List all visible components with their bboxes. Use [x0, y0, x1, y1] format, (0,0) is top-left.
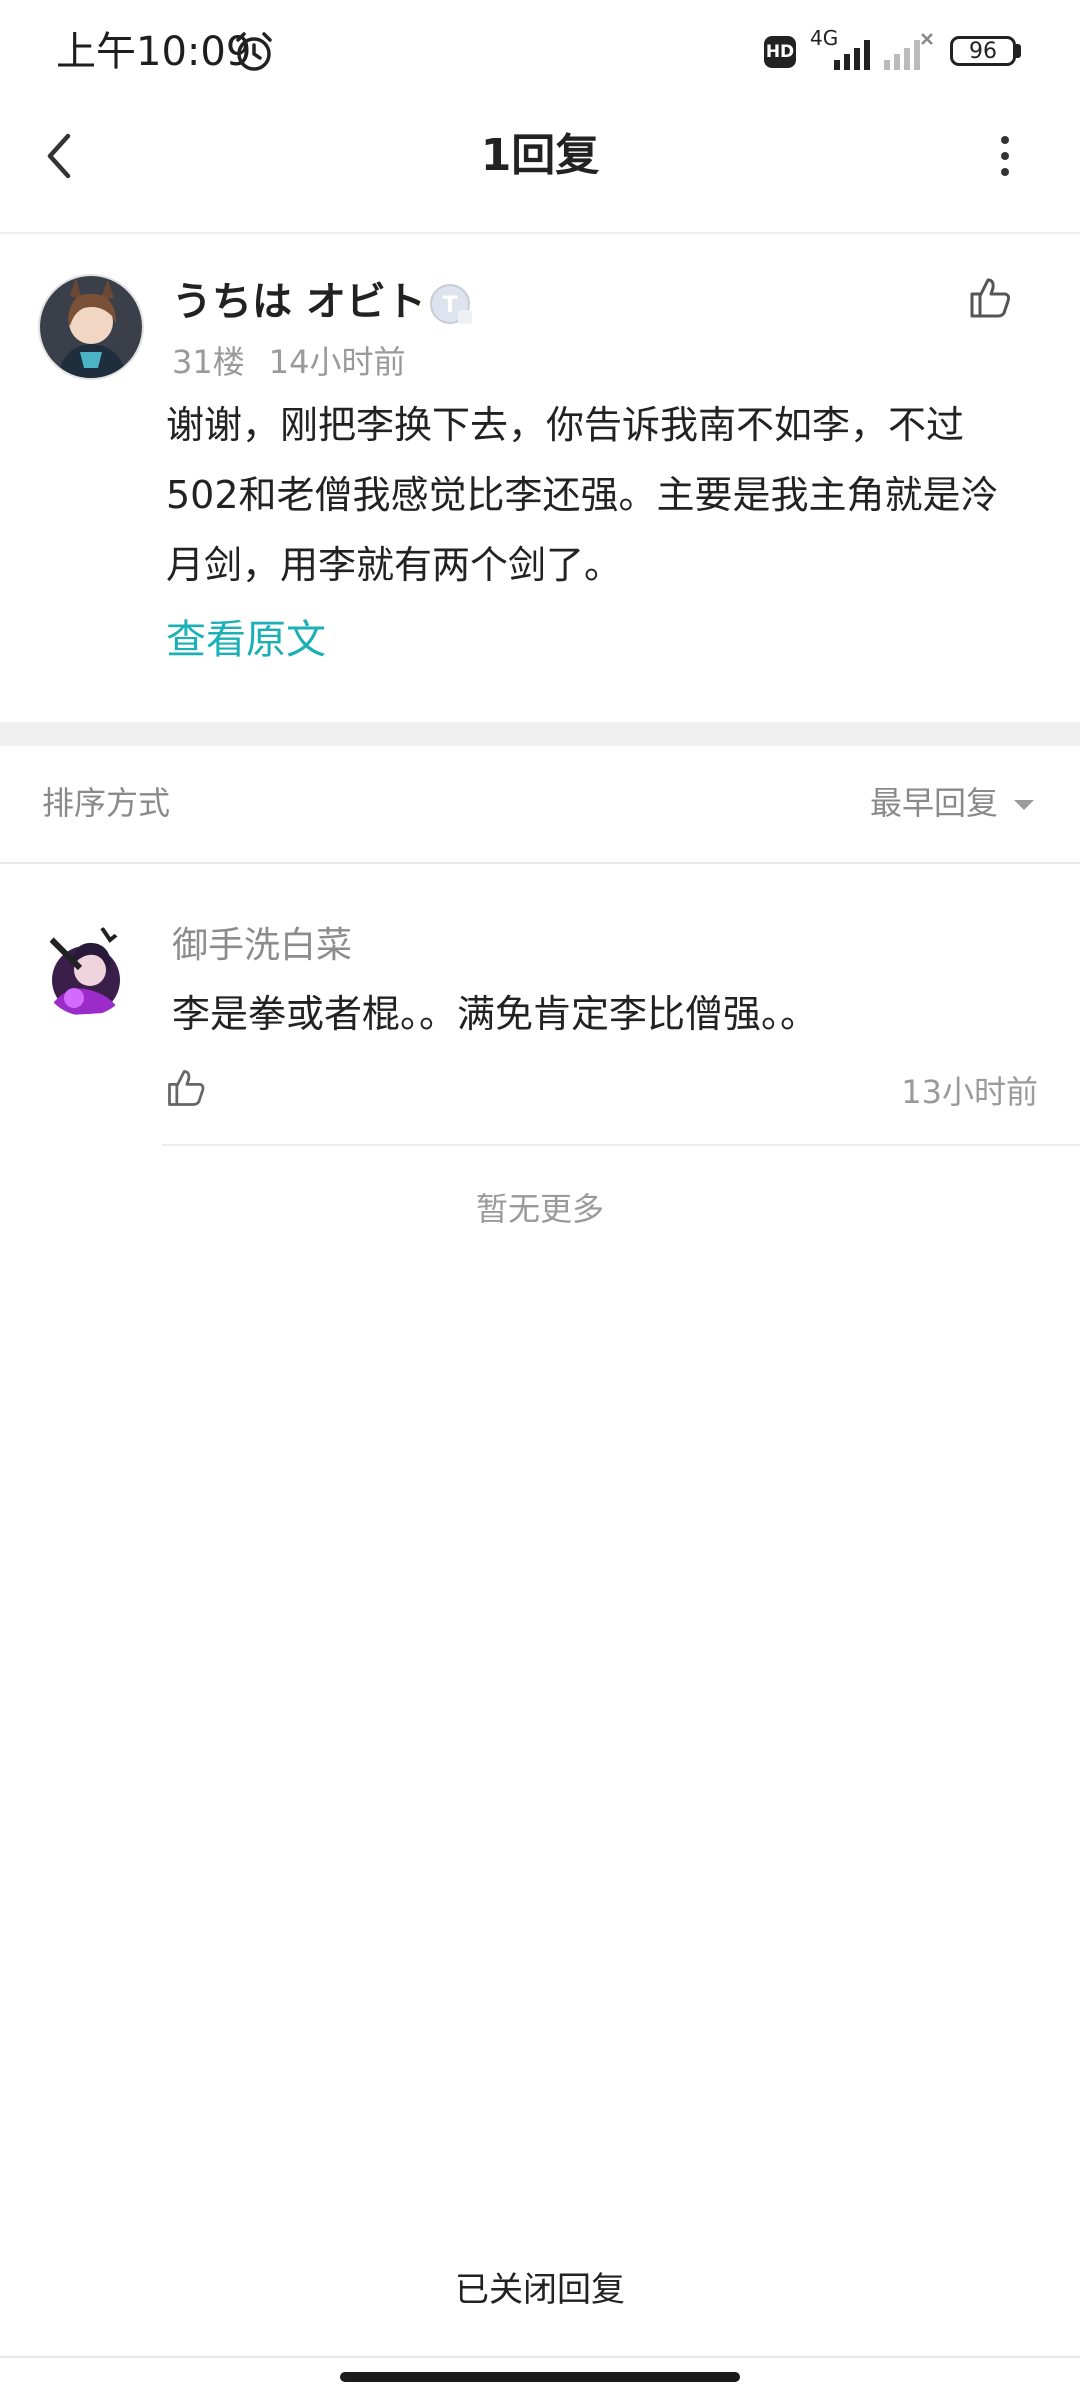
reply-divider [162, 1144, 1080, 1146]
alarm-clock-icon [236, 32, 272, 71]
post-content: 谢谢，刚把李换下去，你告诉我南不如李，不过502和老僧我感觉比李还强。主要是我主… [166, 403, 999, 587]
section-separator [0, 722, 1080, 746]
bottom-divider [0, 2356, 1080, 2358]
like-thumbs-up-icon[interactable] [164, 1066, 208, 1110]
post-meta: 31楼 14小时前 [172, 338, 405, 386]
home-indicator[interactable] [340, 2372, 740, 2382]
replies-closed-notice: 已关闭回复 [455, 2270, 625, 2310]
sort-dropdown[interactable]: 最早回复 [870, 778, 998, 828]
battery-indicator: 96 [950, 36, 1016, 66]
reply-time: 13小时前 [901, 1073, 1038, 1111]
like-thumbs-up-icon[interactable] [966, 274, 1014, 322]
sort-label: 排序方式 [42, 784, 171, 822]
reply-content: 李是拳或者棍。。满免肯定李比僧强。。 [172, 992, 819, 1036]
post-floor: 31楼 [172, 343, 245, 381]
hd-voice-icon: HD [764, 36, 796, 68]
battery-tip [1016, 44, 1021, 58]
user-level-badge-icon: T [430, 284, 472, 324]
no-more-indicator: 暂无更多 [475, 1190, 604, 1228]
svg-text:T: T [442, 293, 457, 318]
status-time: 上午10:09 [56, 29, 252, 75]
chevron-down-icon[interactable] [1012, 798, 1036, 812]
more-options-icon[interactable] [990, 132, 1020, 182]
post-time: 14小时前 [268, 343, 406, 381]
post-author-avatar[interactable] [40, 276, 142, 378]
signal-strength-secondary-icon [884, 33, 933, 70]
reply-author-name[interactable]: 御手洗白菜 [172, 918, 352, 974]
page-title: 1回复 [480, 130, 600, 181]
sort-divider [0, 862, 1080, 864]
header-divider [0, 232, 1080, 234]
post-author-name[interactable]: うちは オビト [172, 272, 426, 332]
reply-author-avatar[interactable] [40, 924, 132, 1016]
view-original-link[interactable]: 查看原文 [166, 606, 326, 674]
